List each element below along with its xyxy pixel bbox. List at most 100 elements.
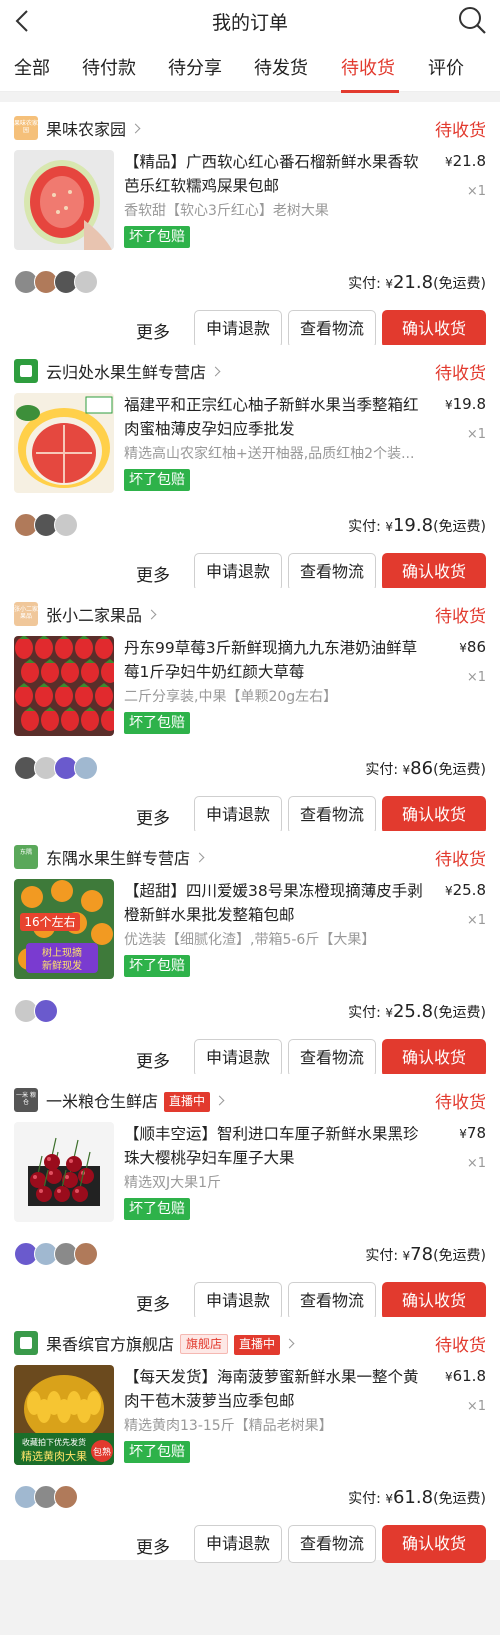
refund-button[interactable]: 申请退款 [194, 1525, 282, 1563]
order-actions: 更多 申请退款 查看物流 确认收货 [0, 310, 500, 350]
product-quantity: ×1 [466, 427, 486, 442]
view-logistics-button[interactable]: 查看物流 [288, 1525, 376, 1563]
tab-all[interactable]: 全部 [14, 54, 50, 80]
chevron-right-icon [146, 609, 157, 620]
order-card[interactable]: 果味农家园 果味农家园 待收货 【精品】广西软心红心番石榴新鲜水果香软芭乐红软糯… [0, 102, 500, 348]
free-shipping-label: (免运费) [433, 519, 486, 535]
order-actions: 更多 申请退款 查看物流 确认收货 [0, 1525, 500, 1565]
product-title[interactable]: 福建平和正宗红心柚子新鲜水果当季整箱红肉蜜柚薄皮孕妇应季批发 [124, 393, 424, 441]
more-button[interactable]: 更多 [136, 318, 170, 343]
tab-pending-receipt[interactable]: 待收货 [341, 54, 395, 80]
more-button[interactable]: 更多 [136, 1290, 170, 1315]
refund-button[interactable]: 申请退款 [194, 796, 282, 834]
avatar [74, 1242, 98, 1266]
live-badge: 直播中 [164, 1092, 211, 1112]
product-sku: 二斤分享装,中果【单颗20g左右】 [124, 689, 338, 705]
flagship-badge: 旗舰店 [180, 1334, 229, 1354]
tab-pending-payment[interactable]: 待付款 [82, 54, 136, 80]
confirm-receipt-button[interactable]: 确认收货 [382, 1525, 486, 1563]
group-avatars[interactable] [14, 1242, 98, 1266]
product-image[interactable]: 16个左右 树上现摘 新鲜现发 [14, 879, 114, 979]
store-link[interactable]: 果香缤官方旗舰店 旗舰店 直播中 [46, 1331, 295, 1355]
store-link[interactable]: 张小二家果品 [46, 602, 157, 626]
product-quantity: ×1 [466, 913, 486, 928]
free-shipping-label: (免运费) [433, 276, 486, 292]
product-title[interactable]: 【超甜】四川爱媛38号果冻橙现摘薄皮手剥橙新鲜水果批发整箱包邮 [124, 879, 424, 927]
tab-pending-share[interactable]: 待分享 [168, 54, 222, 80]
group-avatars[interactable] [14, 999, 58, 1023]
product-price: ¥86 [459, 638, 486, 656]
product-sku: 香软甜【软心3斤红心】老树大果 [124, 203, 329, 219]
avatar [74, 270, 98, 294]
group-avatars[interactable] [14, 270, 98, 294]
product-title[interactable]: 【精品】广西软心红心番石榴新鲜水果香软芭乐红软糯鸡屎果包邮 [124, 150, 424, 198]
product-title[interactable]: 【每天发货】海南菠萝蜜新鲜水果一整个黄肉干苞木菠萝当应季包邮 [124, 1365, 424, 1413]
order-card[interactable]: 一米 粮仓 一米粮仓生鲜店 直播中 待收货 【顺丰空运】智利进口车厘子新鲜水果黑珍… [0, 1074, 500, 1320]
free-shipping-label: (免运费) [433, 1491, 486, 1507]
view-logistics-button[interactable]: 查看物流 [288, 796, 376, 834]
view-logistics-button[interactable]: 查看物流 [288, 310, 376, 348]
store-link[interactable]: 果味农家园 [46, 116, 141, 140]
search-icon[interactable] [456, 4, 488, 36]
price-value: 78 [466, 1124, 486, 1142]
store-row: 张小二家果品 张小二家果品 待收货 [14, 600, 486, 628]
product-title[interactable]: 丹东99草莓3斤新鲜现摘九九东港奶油鲜草莓1斤孕妇牛奶红颜大草莓 [124, 636, 424, 684]
group-avatars[interactable] [14, 513, 78, 537]
more-button[interactable]: 更多 [136, 561, 170, 586]
order-actions: 更多 申请退款 查看物流 确认收货 [0, 796, 500, 836]
tab-pending-shipment[interactable]: 待发货 [254, 54, 308, 80]
refund-button[interactable]: 申请退款 [194, 553, 282, 591]
paid-amount: 实付: ¥61.8(免运费) [348, 1487, 486, 1508]
store-link[interactable]: 东隅水果生鲜专营店 [46, 845, 205, 869]
group-avatars[interactable] [14, 1485, 78, 1509]
price-value: 25.8 [452, 881, 486, 899]
free-shipping-label: (免运费) [433, 1005, 486, 1021]
group-avatars[interactable] [14, 756, 98, 780]
store-link[interactable]: 一米粮仓生鲜店 直播中 [46, 1088, 225, 1112]
store-row: 一米 粮仓 一米粮仓生鲜店 直播中 待收货 [14, 1086, 486, 1114]
refund-button[interactable]: 申请退款 [194, 1282, 282, 1320]
order-card[interactable]: 云归处水果生鲜专营店 待收货 福建平和正宗红心柚子新鲜水果当季整箱红肉蜜柚薄皮孕… [0, 345, 500, 591]
confirm-receipt-button[interactable]: 确认收货 [382, 1282, 486, 1320]
product-image[interactable] [14, 1122, 114, 1222]
guarantee-badge: 坏了包赔 [124, 955, 190, 977]
product-quantity: ×1 [466, 1156, 486, 1171]
avatar [34, 999, 58, 1023]
order-status: 待收货 [435, 850, 486, 870]
image-caption: 精选黄肉大果 [21, 1449, 87, 1463]
refund-button[interactable]: 申请退款 [194, 310, 282, 348]
store-logo-text: 果味农家园 [14, 120, 38, 134]
view-logistics-button[interactable]: 查看物流 [288, 1282, 376, 1320]
order-card[interactable]: 果香缤官方旗舰店 旗舰店 直播中 待收货 收藏拍下优先发货 精选黄肉大果 包熟 【每天发… [0, 1317, 500, 1563]
store-name: 果味农家园 [46, 120, 127, 139]
more-button[interactable]: 更多 [136, 1047, 170, 1072]
store-link[interactable]: 云归处水果生鲜专营店 [46, 359, 221, 383]
image-caption: 树上现摘 [42, 946, 82, 959]
confirm-receipt-button[interactable]: 确认收货 [382, 310, 486, 348]
tab-review[interactable]: 评价 [428, 54, 464, 80]
product-sku: 精选高山农家红柚+送开柚器,品质红柚2个装... [124, 446, 415, 462]
product-image[interactable] [14, 393, 114, 493]
confirm-receipt-button[interactable]: 确认收货 [382, 796, 486, 834]
product-title[interactable]: 【顺丰空运】智利进口车厘子新鲜水果黑珍珠大樱桃孕妇车厘子大果 [124, 1122, 424, 1170]
refund-button[interactable]: 申请退款 [194, 1039, 282, 1077]
guarantee-badge: 坏了包赔 [124, 1441, 190, 1463]
product-quantity: ×1 [466, 184, 486, 199]
confirm-receipt-button[interactable]: 确认收货 [382, 1039, 486, 1077]
product-image[interactable] [14, 150, 114, 250]
more-button[interactable]: 更多 [136, 1533, 170, 1558]
product-image[interactable] [14, 636, 114, 736]
paid-value: 19.8 [392, 515, 434, 536]
confirm-receipt-button[interactable]: 确认收货 [382, 553, 486, 591]
view-logistics-button[interactable]: 查看物流 [288, 1039, 376, 1077]
more-button[interactable]: 更多 [136, 804, 170, 829]
paid-amount: 实付: ¥25.8(免运费) [348, 1001, 486, 1022]
product-price: ¥61.8 [444, 1367, 486, 1385]
order-actions: 更多 申请退款 查看物流 确认收货 [0, 1039, 500, 1079]
order-card[interactable]: 东隅 东隅水果生鲜专营店 待收货 16个左右 树上现摘 新鲜现发 【超甜】四川爱媛3… [0, 831, 500, 1077]
guarantee-badge: 坏了包赔 [124, 1198, 190, 1220]
order-card[interactable]: 张小二家果品 张小二家果品 待收货 丹东99草莓3斤新鲜现摘九九东港奶油鲜草莓1… [0, 588, 500, 834]
view-logistics-button[interactable]: 查看物流 [288, 553, 376, 591]
image-caption: 包熟 [93, 1446, 111, 1458]
product-image[interactable]: 收藏拍下优先发货 精选黄肉大果 包熟 [14, 1365, 114, 1465]
